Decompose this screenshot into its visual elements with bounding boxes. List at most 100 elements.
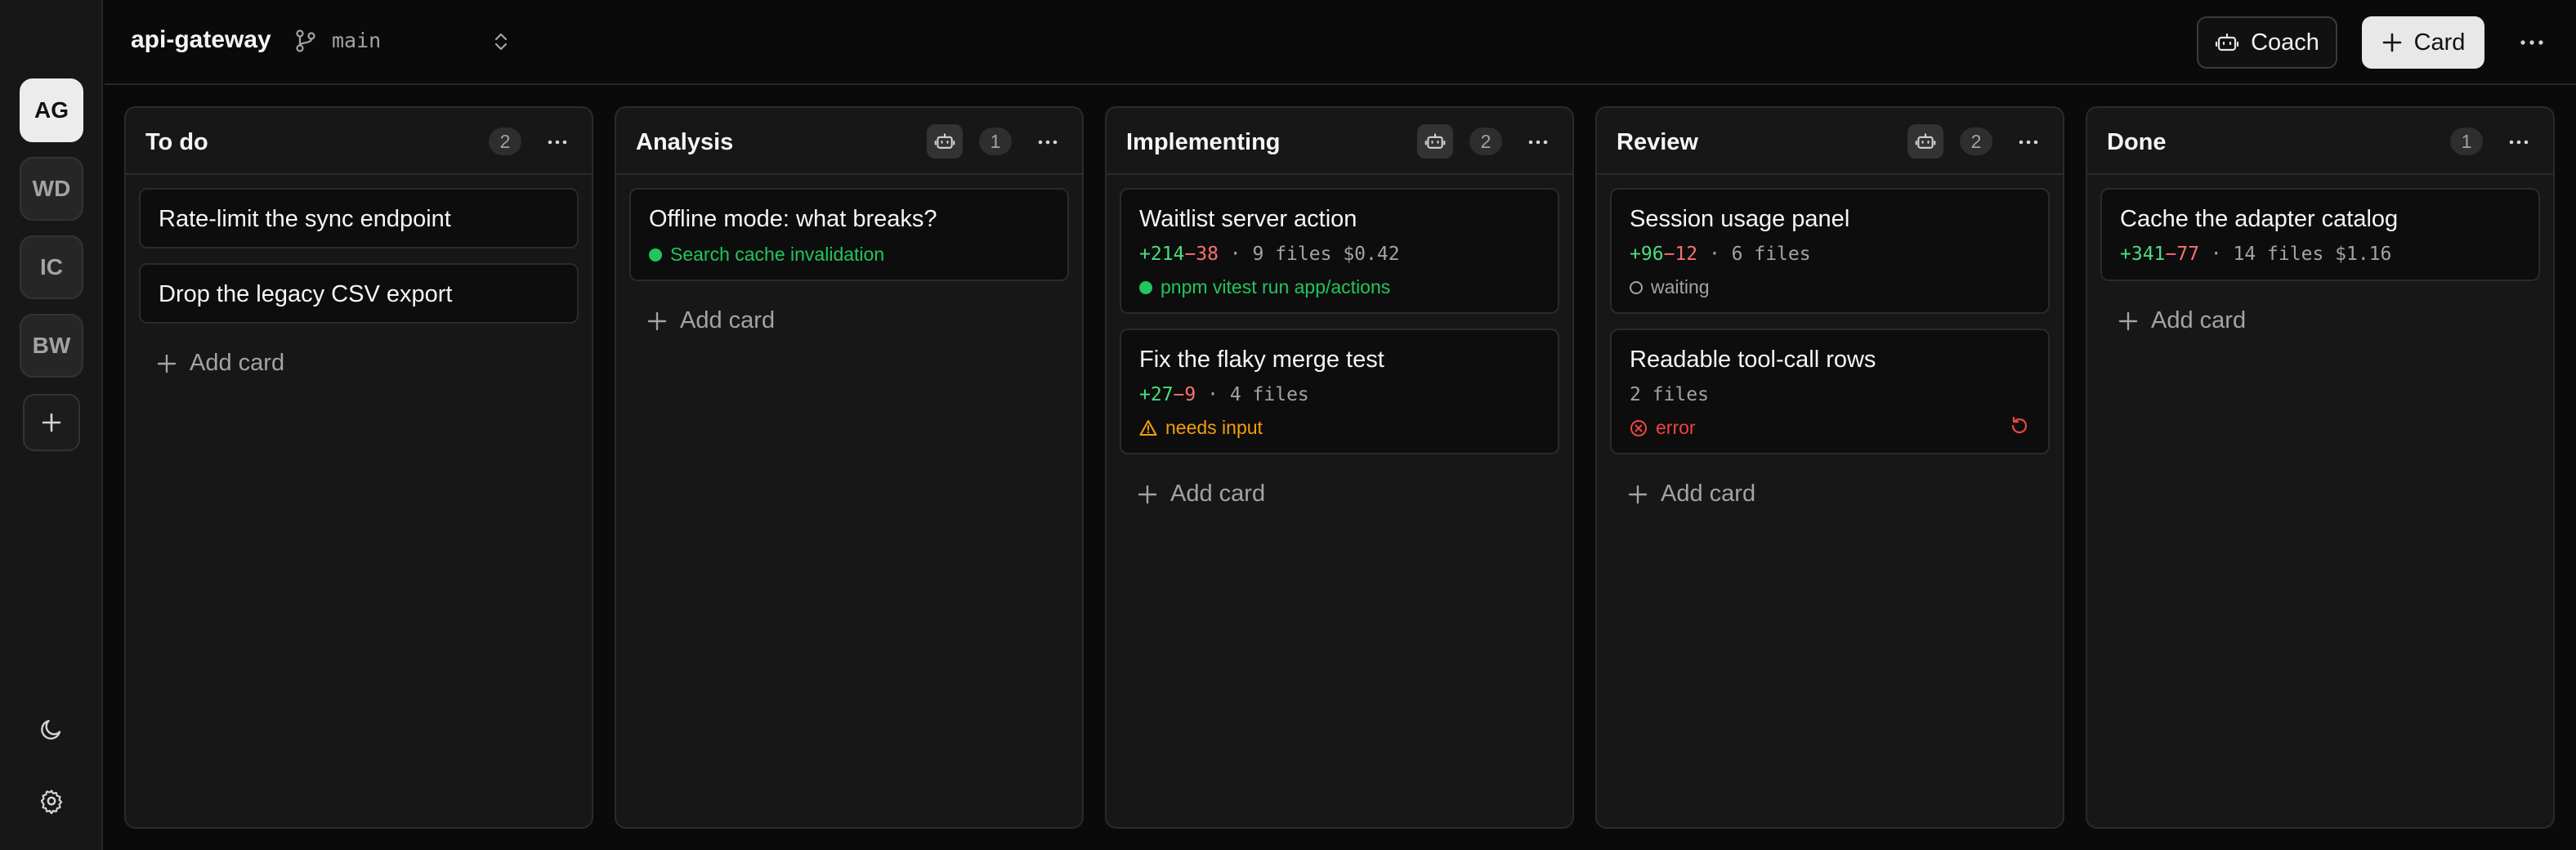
workspace-bw[interactable]: BW (20, 314, 83, 378)
card-title: Cache the adapter catalog (2120, 206, 2399, 232)
add-card-button[interactable]: Add card (2118, 307, 2246, 334)
workspace-wd[interactable]: WD (20, 157, 83, 221)
add-workspace-button[interactable] (23, 394, 80, 451)
repo-name: api-gateway (131, 26, 271, 53)
column-done: Done 1 Cache the adapter catalog +341−77… (2086, 106, 2555, 829)
card-status-text: waiting (1651, 276, 1710, 298)
add-card-button[interactable]: Add card (1138, 481, 1265, 508)
card-meta: +96−12 · 6 files (1630, 244, 1811, 265)
column-count-badge: 2 (1469, 128, 1502, 155)
plus-icon (1628, 485, 1648, 503)
lines-removed: −9 (1173, 384, 1196, 405)
column-header: Done 1 (2087, 108, 2553, 175)
column-more-button[interactable] (2504, 131, 2534, 154)
error-circle-icon (1630, 419, 1647, 436)
card-flaky-merge[interactable]: Fix the flaky merge test +27−9 · 4 files… (1120, 329, 1559, 454)
card-meta: +214−38 · 9 files $0.42 (1139, 244, 1400, 265)
card-drop-csv[interactable]: Drop the legacy CSV export (139, 263, 579, 324)
card-tool-call-rows[interactable]: Readable tool-call rows 2 files error (1610, 329, 2050, 454)
card-session-usage[interactable]: Session usage panel +96−12 · 6 files wai… (1610, 188, 2050, 314)
cost: $0.42 (1343, 244, 1400, 265)
card-status: error (1630, 417, 1696, 439)
card-status: Search cache invalidation (649, 244, 884, 266)
workspace-sidebar: AG WD IC BW (0, 0, 103, 850)
card-adapter-catalog[interactable]: Cache the adapter catalog +341−77 · 14 f… (2100, 188, 2540, 281)
theme-toggle-button[interactable] (35, 713, 68, 745)
card-title: Offline mode: what breaks? (649, 206, 937, 232)
plus-icon (2118, 311, 2138, 330)
card-status-text: Search cache invalidation (670, 244, 885, 265)
ellipsis-icon (1038, 140, 1058, 145)
card-status-text: pnpm vitest run app/actions (1161, 276, 1391, 298)
add-card-label: Add card (190, 350, 285, 376)
column-header: Analysis 1 (616, 108, 1082, 175)
lines-removed: −77 (2165, 244, 2199, 265)
column-count-badge: 1 (2450, 128, 2483, 155)
workspace-ic[interactable]: IC (20, 235, 83, 299)
add-card-label: Add card (1170, 481, 1266, 507)
card-title: Rate-limit the sync endpoint (159, 206, 451, 232)
plus-icon (647, 311, 667, 330)
column-count-badge: 2 (489, 128, 521, 155)
files-count: 6 files (1731, 244, 1811, 265)
add-card-button[interactable]: Add card (1628, 481, 1755, 508)
column-more-button[interactable] (1033, 131, 1062, 154)
card-status: waiting (1630, 276, 1710, 298)
card-title: Drop the legacy CSV export (159, 281, 453, 307)
coach-button-label: Coach (2251, 29, 2319, 56)
column-agent-button[interactable] (1907, 124, 1943, 159)
settings-button[interactable] (35, 785, 68, 817)
files-count: 4 files (1229, 384, 1309, 405)
lines-added: +27 (1139, 384, 1174, 405)
workspace-ag[interactable]: AG (20, 78, 83, 142)
column-title: Done (2107, 129, 2167, 155)
column-more-button[interactable] (2014, 131, 2043, 154)
column-title: Implementing (1126, 129, 1281, 155)
branch-selector[interactable]: main (332, 29, 381, 52)
chevron-up-down-icon[interactable] (492, 31, 510, 52)
waiting-circle-icon (1630, 280, 1643, 294)
retry-button[interactable] (2009, 415, 2030, 436)
ellipsis-icon (1528, 140, 1548, 145)
plus-icon (157, 354, 177, 373)
ellipsis-icon (2509, 140, 2529, 145)
column-header: Review 2 (1597, 108, 2063, 175)
meta-separator: · (1229, 244, 1241, 265)
add-card-label: Add card (680, 307, 776, 333)
top-bar: api-gateway main Coach Card (105, 0, 2576, 85)
card-meta: +341−77 · 14 files $1.16 (2120, 244, 2391, 265)
column-header: Implementing 2 (1107, 108, 1572, 175)
column-count-badge: 1 (979, 128, 1012, 155)
add-card-label: Add card (2151, 307, 2247, 333)
card-title: Session usage panel (1630, 206, 1850, 232)
column-agent-button[interactable] (1417, 124, 1453, 159)
running-dot-icon (649, 248, 662, 262)
warning-icon (1139, 419, 1157, 436)
cost: $1.16 (2335, 244, 2392, 265)
card-meta: 2 files (1630, 384, 1709, 405)
meta-separator: · (1207, 384, 1219, 405)
add-card-button[interactable]: Add card (647, 307, 775, 334)
column-title: To do (145, 129, 208, 155)
card-meta: +27−9 · 4 files (1139, 384, 1309, 405)
card-waitlist[interactable]: Waitlist server action +214−38 · 9 files… (1120, 188, 1559, 314)
moon-icon (41, 719, 61, 740)
column-more-button[interactable] (543, 131, 572, 154)
app-root: AG WD IC BW api-gateway main Coach Card … (0, 0, 2576, 850)
column-more-button[interactable] (1523, 131, 1553, 154)
column-agent-button[interactable] (927, 124, 963, 159)
header-more-button[interactable] (2516, 28, 2548, 57)
card-status: needs input (1139, 417, 1263, 439)
column-title: Analysis (636, 129, 734, 155)
robot-icon (1424, 133, 1446, 149)
plus-icon (2382, 33, 2401, 52)
meta-separator: · (1708, 244, 1720, 265)
card-rate-limit[interactable]: Rate-limit the sync endpoint (139, 188, 579, 248)
new-card-button[interactable]: Card (2362, 16, 2484, 69)
card-title: Readable tool-call rows (1630, 347, 1876, 373)
coach-button[interactable]: Coach (2197, 16, 2337, 69)
column-todo: To do 2 Rate-limit the sync endpoint Dro… (124, 106, 593, 829)
add-card-button[interactable]: Add card (157, 350, 284, 377)
card-offline-mode[interactable]: Offline mode: what breaks? Search cache … (629, 188, 1069, 281)
column-header: To do 2 (126, 108, 592, 175)
